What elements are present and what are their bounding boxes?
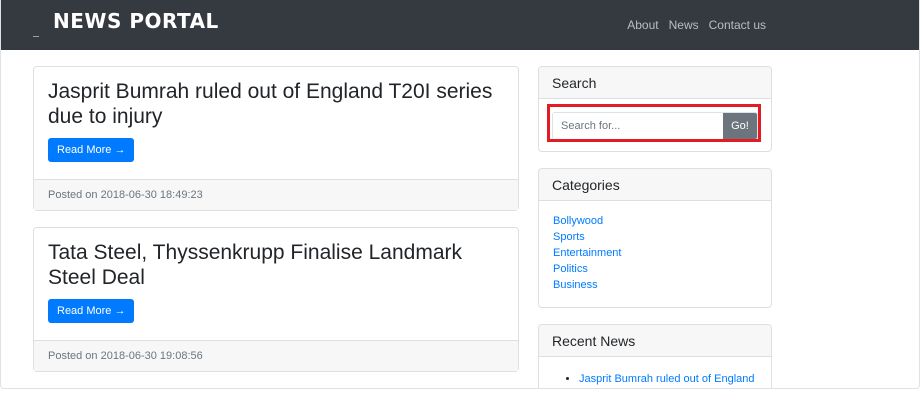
post-title[interactable]: Jasprit Bumrah ruled out of England T20I…	[48, 79, 504, 129]
search-card: Search Go!	[538, 66, 772, 152]
category-link-sports[interactable]: Sports	[553, 229, 771, 245]
category-link-bollywood[interactable]: Bollywood	[553, 213, 771, 229]
read-more-button[interactable]: Read More →	[48, 138, 135, 162]
nav-link-about[interactable]: About	[627, 18, 658, 32]
recent-news-card: Recent News Jasprit Bumrah ruled out of …	[538, 324, 772, 388]
go-button[interactable]: Go!	[723, 113, 757, 139]
category-link-business[interactable]: Business	[553, 277, 771, 293]
categories-card: Categories Bollywood Sports Entertainmen…	[538, 168, 772, 308]
brand-logo-icon	[33, 36, 39, 37]
post-title[interactable]: Tata Steel, Thyssenkrupp Finalise Landma…	[48, 240, 504, 290]
recent-news-link[interactable]: Jasprit Bumrah ruled out of England	[579, 371, 771, 387]
navbar: NEWS PORTAL About News Contact us	[1, 0, 919, 50]
read-more-button[interactable]: Read More →	[48, 299, 135, 323]
post-footer: Posted on 2018-06-30 18:49:23	[34, 179, 518, 210]
nav-link-contact[interactable]: Contact us	[709, 18, 766, 32]
recent-news-card-title: Recent News	[539, 325, 771, 357]
search-group: Go!	[552, 112, 758, 140]
post-card: Jasprit Bumrah ruled out of England T20I…	[33, 66, 519, 211]
post-card: Tata Steel, Thyssenkrupp Finalise Landma…	[33, 227, 519, 372]
nav-link-news[interactable]: News	[669, 18, 699, 32]
page-frame: NEWS PORTAL About News Contact us Jaspri…	[0, 0, 920, 389]
search-input[interactable]	[553, 113, 723, 139]
categories-card-title: Categories	[539, 169, 771, 201]
category-link-entertainment[interactable]: Entertainment	[553, 245, 771, 261]
post-footer: Posted on 2018-06-30 19:08:56	[34, 340, 518, 371]
search-card-title: Search	[539, 67, 771, 99]
category-link-politics[interactable]: Politics	[553, 261, 771, 277]
nav-links: About News Contact us	[627, 18, 766, 32]
recent-news-list: Jasprit Bumrah ruled out of England	[539, 357, 771, 387]
brand-logo[interactable]: NEWS PORTAL	[53, 9, 219, 33]
category-list: Bollywood Sports Entertainment Politics …	[539, 201, 771, 293]
